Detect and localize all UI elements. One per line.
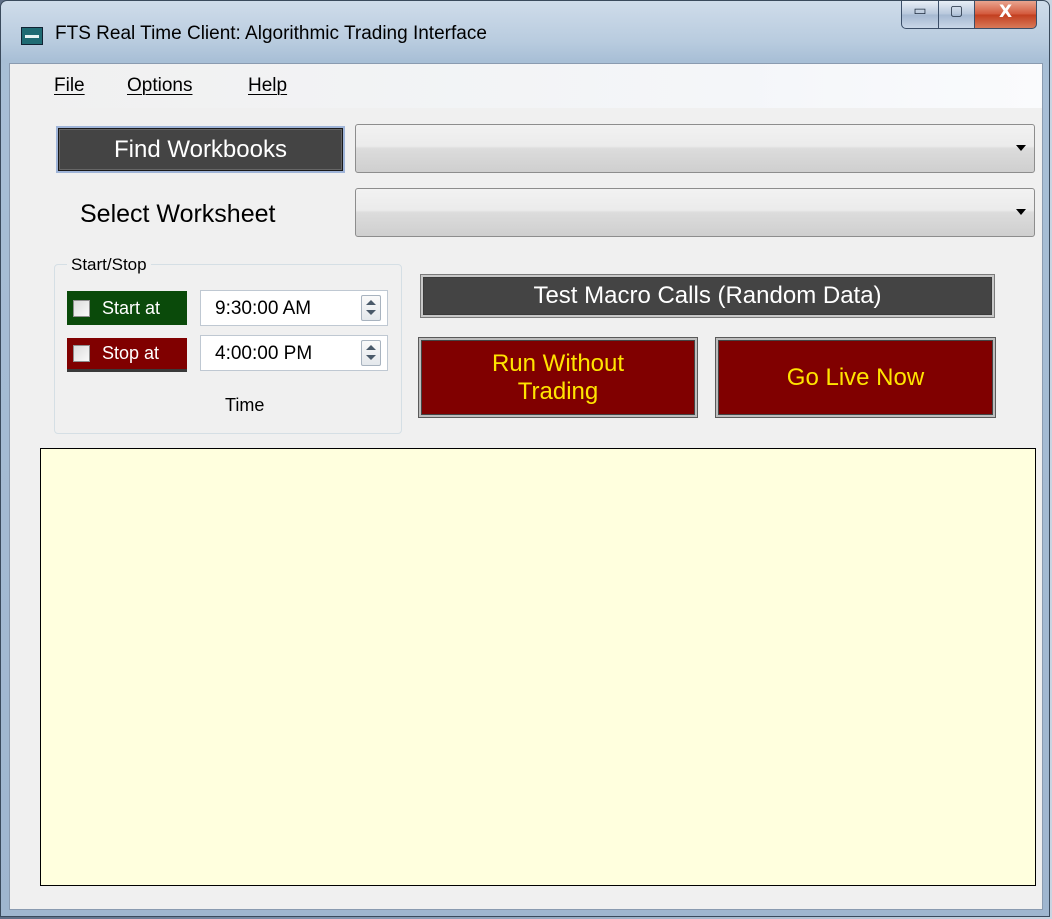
maximize-button[interactable]: ▢ [939,1,975,29]
spin-up-icon[interactable] [366,345,376,350]
menu-file[interactable]: File [54,75,85,97]
log-output-area[interactable] [40,448,1036,886]
app-window: FTS Real Time Client: Algorithmic Tradin… [0,0,1050,917]
run-without-trading-button[interactable]: Run Without Trading [418,337,698,418]
start-time-picker[interactable]: 9:30:00 AM [200,290,388,326]
close-icon: X [998,2,1013,22]
chevron-down-icon [1016,145,1026,151]
worksheet-combo[interactable] [355,188,1035,237]
stop-time-value[interactable]: 4:00:00 PM [215,343,312,365]
minimize-icon: ▭ [913,3,927,19]
checkbox-icon[interactable] [73,299,90,317]
chevron-down-icon [1016,209,1026,215]
find-workbooks-button[interactable]: Find Workbooks [58,128,343,171]
time-label: Time [225,395,265,415]
go-live-now-button[interactable]: Go Live Now [715,337,996,418]
maximize-icon: ▢ [949,3,964,19]
spin-down-icon[interactable] [366,310,376,315]
start-stop-title: Start/Stop [67,255,151,275]
test-macro-calls-button[interactable]: Test Macro Calls (Random Data) [420,274,995,318]
menu-options[interactable]: Options [127,75,192,97]
start-time-spinner[interactable] [361,295,381,321]
app-icon[interactable] [21,27,43,45]
start-at-label: Start at [102,297,161,318]
select-worksheet-label: Select Worksheet [80,200,276,228]
spin-down-icon[interactable] [366,355,376,360]
client-area: File Options Help Find Workbooks Select … [9,63,1043,910]
spin-up-icon[interactable] [366,300,376,305]
close-button[interactable]: X [975,1,1037,29]
caption-buttons: ▭ ▢ X [901,1,1037,31]
stop-time-picker[interactable]: 4:00:00 PM [200,335,388,371]
window-title: FTS Real Time Client: Algorithmic Tradin… [55,23,487,44]
stop-at-label: Stop at [102,343,160,363]
workbook-combo[interactable] [355,124,1035,173]
menu-help[interactable]: Help [248,75,287,97]
menu-bar: File Options Help [10,64,1042,108]
start-stop-group: Start/Stop Start at 9:30:00 AM Stop at 4… [54,255,402,434]
title-bar[interactable]: FTS Real Time Client: Algorithmic Tradin… [1,1,1049,63]
checkbox-icon[interactable] [73,345,90,362]
stop-at-checkbox[interactable]: Stop at [67,338,187,372]
stop-time-spinner[interactable] [361,340,381,366]
start-time-value[interactable]: 9:30:00 AM [215,298,311,320]
run-without-trading-label: Run Without Trading [491,349,625,405]
start-at-checkbox[interactable]: Start at [67,291,187,325]
minimize-button[interactable]: ▭ [901,1,939,29]
